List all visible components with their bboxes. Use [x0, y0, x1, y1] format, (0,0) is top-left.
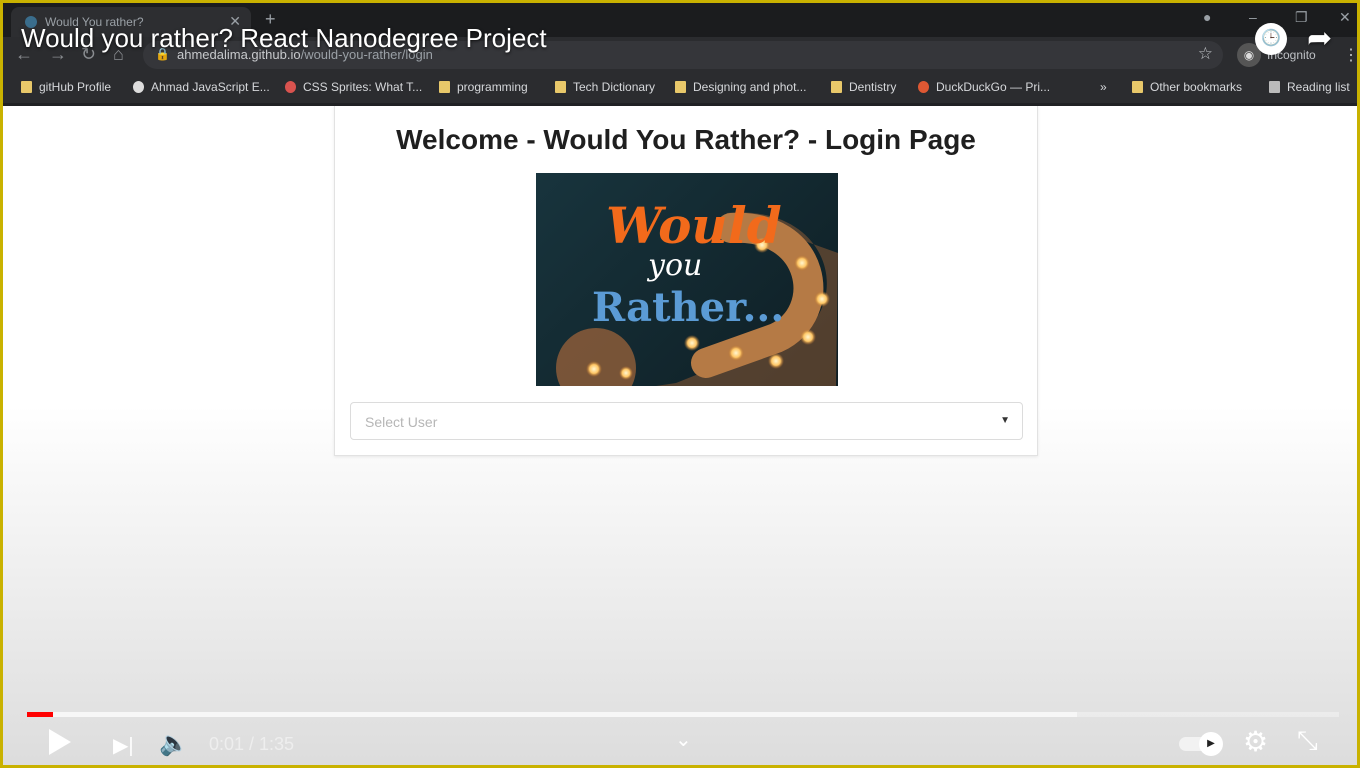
globe-icon — [133, 81, 144, 93]
watch-later-clock-icon[interactable]: 🕒 — [1255, 23, 1287, 55]
minimize-icon[interactable]: – — [1249, 9, 1257, 25]
duckduckgo-icon — [918, 81, 929, 93]
login-card: Welcome - Would You Rather? - Login Page — [334, 106, 1038, 456]
folder-icon — [831, 81, 842, 93]
bookmarks-bar: gitHub Profile Ahmad JavaScript E... CSS… — [3, 73, 1357, 103]
page-content: Welcome - Would You Rather? - Login Page — [3, 106, 1357, 765]
volume-icon[interactable]: 🔈 — [159, 729, 189, 758]
poster-word-rather: Rather... — [592, 284, 784, 331]
bookmark-dentistry[interactable]: Dentistry — [831, 80, 896, 94]
progress-loaded — [27, 712, 1077, 717]
reading-list-icon — [1269, 81, 1280, 93]
poster-word-would: Would — [606, 196, 782, 255]
poster-art: Would you Rather... — [556, 196, 838, 386]
browser-chrome: Would You rather? ✕ + ● – ❐ ✕ ← → ↻ ⌂ 🔒 … — [3, 3, 1357, 106]
bookmark-reading-list[interactable]: Reading list — [1269, 80, 1350, 94]
restore-icon[interactable]: ❐ — [1295, 9, 1308, 26]
profile-dot-icon[interactable]: ● — [1203, 9, 1211, 25]
bookmark-tech-dictionary[interactable]: Tech Dictionary — [555, 80, 655, 94]
select-user-placeholder: Select User — [365, 414, 438, 430]
select-user-dropdown[interactable]: Select User ▼ — [350, 402, 1023, 440]
bookmark-ahmad-javascript[interactable]: Ahmad JavaScript E... — [133, 80, 270, 94]
video-title[interactable]: Would you rather? React Nanodegree Proje… — [21, 23, 547, 54]
play-icon[interactable] — [49, 729, 71, 755]
video-progress-bar[interactable] — [27, 712, 1339, 717]
folder-icon — [675, 81, 686, 93]
autoplay-play-icon: ▶ — [1199, 732, 1223, 756]
exit-fullscreen-icon[interactable]: ⤡ — [1297, 725, 1318, 757]
autoplay-toggle[interactable]: ▶ — [1179, 732, 1223, 756]
share-icon[interactable]: ➦ — [1307, 21, 1332, 56]
video-frame: Would You rather? ✕ + ● – ❐ ✕ ← → ↻ ⌂ 🔒 … — [0, 0, 1360, 768]
bookmark-other-bookmarks[interactable]: Other bookmarks — [1132, 80, 1242, 94]
browser-menu-icon[interactable]: ⋮ — [1343, 45, 1357, 65]
progress-played — [27, 712, 54, 717]
poster-word-you: you — [646, 248, 702, 283]
bookmark-star-icon[interactable]: ☆ — [1198, 44, 1213, 64]
folder-icon — [21, 81, 32, 93]
next-video-icon[interactable]: ▶| — [113, 733, 134, 758]
folder-icon — [439, 81, 450, 93]
bookmark-duckduckgo[interactable]: DuckDuckGo — Pri... — [918, 80, 1050, 94]
would-you-rather-poster: Would you Rather... — [536, 173, 838, 386]
bookmark-programming[interactable]: programming — [439, 80, 528, 94]
chevron-down-icon[interactable]: ⌄ — [675, 727, 692, 752]
bookmark-css-sprites[interactable]: CSS Sprites: What T... — [285, 80, 422, 94]
folder-icon — [1132, 81, 1143, 93]
caret-down-icon: ▼ — [1000, 415, 1010, 426]
bookmarks-overflow-button[interactable]: » — [1100, 80, 1107, 94]
settings-gear-icon[interactable]: ⚙ — [1243, 725, 1268, 758]
close-window-icon[interactable]: ✕ — [1339, 9, 1351, 26]
time-display: 0:01 / 1:35 — [209, 734, 295, 754]
bookmark-github-profile[interactable]: gitHub Profile — [21, 80, 111, 94]
page-heading: Welcome - Would You Rather? - Login Page — [396, 124, 976, 155]
bookmark-designing[interactable]: Designing and phot... — [675, 80, 806, 94]
star-icon — [285, 81, 296, 93]
folder-icon — [555, 81, 566, 93]
